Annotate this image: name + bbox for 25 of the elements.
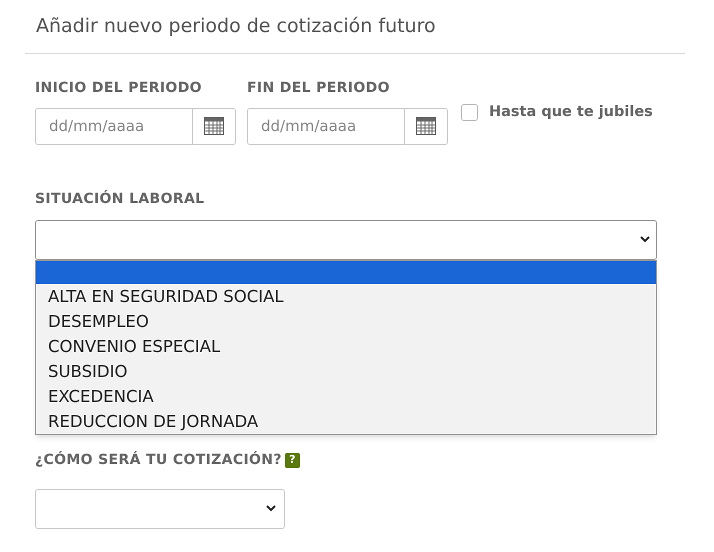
dropdown-option[interactable]: SUBSIDIO	[36, 358, 656, 384]
date-field[interactable]: dd/mm/aaaa	[247, 108, 448, 144]
chevron-down-icon	[640, 236, 650, 243]
calendar-icon	[416, 117, 436, 135]
dropdown-option[interactable]: REDUCCION DE JORNADA	[36, 408, 656, 434]
checkbox[interactable]	[461, 104, 478, 120]
dropdown-option[interactable]: CONVENIO ESPECIAL	[36, 334, 656, 358]
field-label: SITUACIÓN LABORAL	[35, 189, 206, 208]
chevron-down-icon	[266, 505, 276, 512]
dropdown-option[interactable]	[36, 260, 656, 284]
dropdown-option[interactable]: EXCEDENCIA	[36, 384, 656, 408]
date-field[interactable]: dd/mm/aaaa	[35, 108, 236, 144]
dropdown-option[interactable]: ALTA EN SEGURIDAD SOCIAL	[36, 284, 656, 308]
select-field[interactable]	[35, 488, 285, 528]
select-field[interactable]	[35, 220, 657, 260]
date-input[interactable]: dd/mm/aaaa	[36, 108, 192, 144]
date-input[interactable]: dd/mm/aaaa	[248, 108, 404, 144]
calendar-icon	[204, 117, 224, 135]
help-badge[interactable]: ?	[284, 452, 300, 468]
field-label: INICIO DEL PERIODO	[35, 78, 203, 98]
field-label: ¿CÓMO SERÁ TU COTIZACIÓN?	[35, 450, 282, 470]
dropdown-option[interactable]: DESEMPLEO	[36, 308, 656, 334]
form-title: Añadir nuevo periodo de cotización futuro	[36, 15, 436, 37]
field-label: FIN DEL PERIODO	[247, 78, 391, 98]
checkbox-label: Hasta que te jubiles	[489, 102, 653, 122]
